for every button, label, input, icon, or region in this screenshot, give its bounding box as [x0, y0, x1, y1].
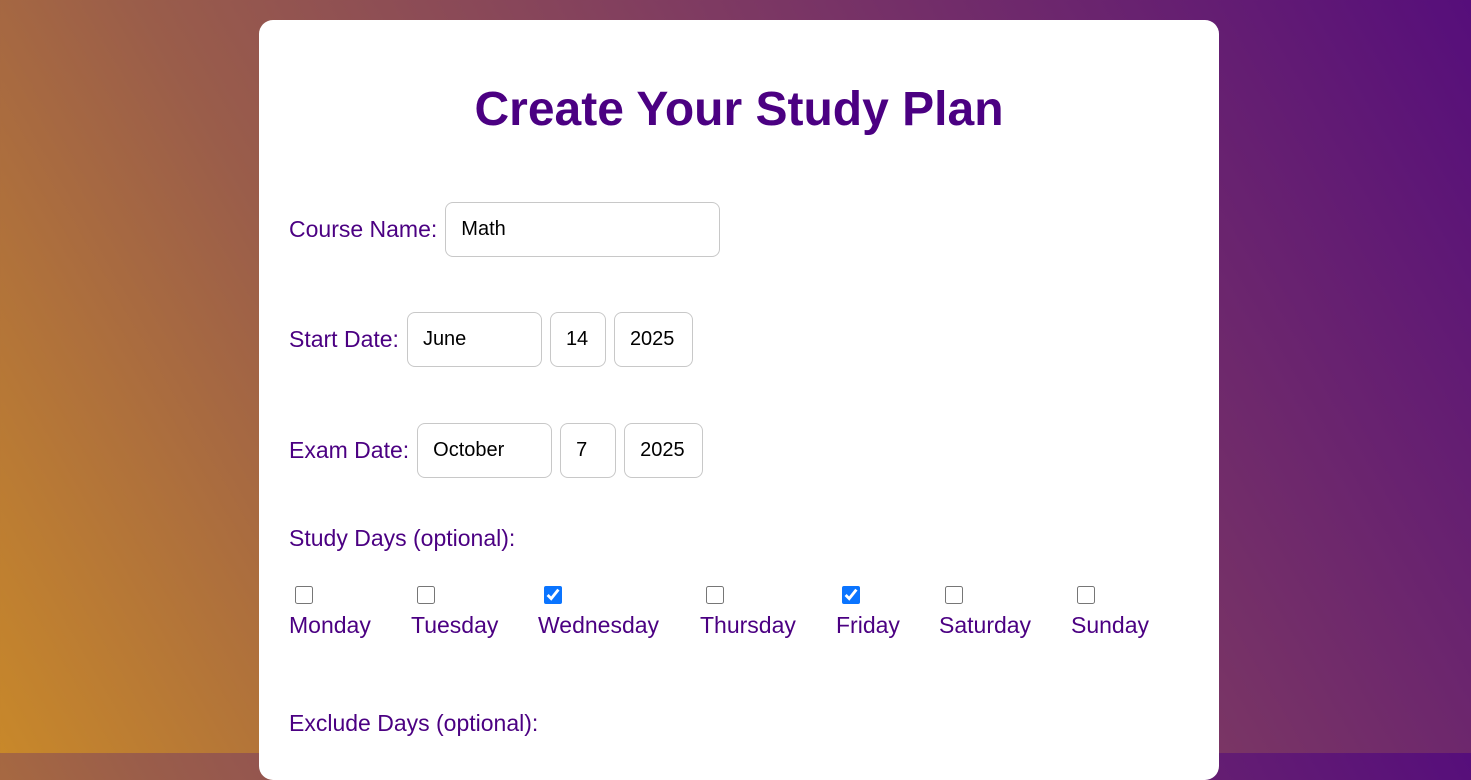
- exam-month-input[interactable]: [417, 422, 553, 478]
- start-date-row: Start Date:: [289, 311, 701, 367]
- course-name-row: Course Name:: [289, 201, 728, 257]
- checkbox-friday[interactable]: [842, 586, 860, 604]
- day-label-friday: Friday: [836, 612, 900, 638]
- start-day-input[interactable]: [549, 311, 606, 367]
- course-name-label: Course Name:: [289, 215, 438, 242]
- study-day-friday[interactable]: Friday: [836, 582, 939, 639]
- course-name-input[interactable]: [445, 201, 721, 257]
- checkbox-tuesday[interactable]: [417, 586, 435, 604]
- study-days-group: Monday Tuesday Wednesday Thursday Friday…: [289, 582, 1171, 639]
- study-day-saturday[interactable]: Saturday: [939, 582, 1071, 639]
- study-day-tuesday[interactable]: Tuesday: [411, 582, 538, 639]
- exam-year-input[interactable]: [624, 422, 704, 478]
- study-plan-card: Create Your Study Plan Course Name: Star…: [259, 20, 1219, 780]
- day-label-sunday: Sunday: [1071, 612, 1150, 638]
- start-date-label: Start Date:: [289, 325, 399, 352]
- day-label-thursday: Thursday: [700, 612, 796, 638]
- exam-date-label: Exam Date:: [289, 436, 410, 463]
- start-year-input[interactable]: [613, 311, 693, 367]
- day-label-wednesday: Wednesday: [538, 612, 660, 638]
- study-day-thursday[interactable]: Thursday: [700, 582, 836, 639]
- day-label-monday: Monday: [289, 612, 371, 638]
- exam-day-input[interactable]: [560, 422, 617, 478]
- checkbox-wednesday[interactable]: [544, 586, 562, 604]
- checkbox-monday[interactable]: [295, 586, 313, 604]
- study-day-sunday[interactable]: Sunday: [1071, 582, 1171, 639]
- checkbox-saturday[interactable]: [945, 586, 963, 604]
- study-day-monday[interactable]: Monday: [289, 582, 411, 639]
- day-label-tuesday: Tuesday: [411, 612, 499, 638]
- study-days-label: Study Days (optional):: [289, 525, 516, 551]
- start-month-input[interactable]: [406, 311, 542, 367]
- page-title: Create Your Study Plan: [474, 83, 1004, 136]
- study-day-wednesday[interactable]: Wednesday: [538, 582, 700, 639]
- checkbox-thursday[interactable]: [706, 586, 724, 604]
- day-label-saturday: Saturday: [939, 612, 1032, 638]
- checkbox-sunday[interactable]: [1077, 586, 1095, 604]
- exam-date-row: Exam Date:: [289, 422, 711, 478]
- exclude-days-label: Exclude Days (optional):: [289, 710, 539, 736]
